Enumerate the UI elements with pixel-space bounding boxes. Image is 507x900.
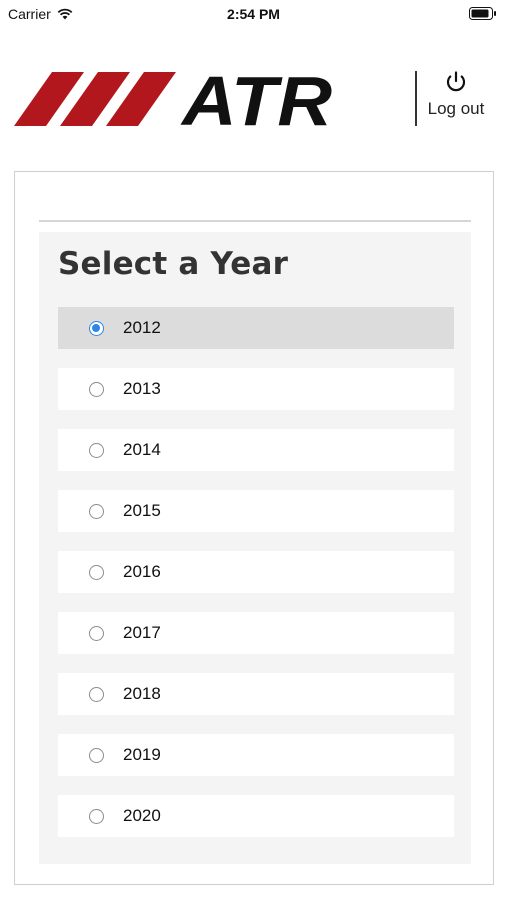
radio-button[interactable] [89, 747, 104, 763]
year-option-label: 2013 [123, 379, 161, 398]
logout-label: Log out [427, 99, 485, 118]
radio-button[interactable] [89, 381, 104, 397]
year-option-2018[interactable]: 2018 [58, 673, 454, 715]
atr-logo-graphic: ATR [14, 62, 333, 140]
year-option-label: 2016 [123, 562, 161, 581]
year-option-label: 2018 [123, 684, 161, 703]
year-option-2020[interactable]: 2020 [58, 795, 454, 837]
radio-button[interactable] [89, 686, 104, 702]
power-icon [446, 71, 466, 92]
year-option-2019[interactable]: 2019 [58, 734, 454, 776]
battery-icon [469, 7, 496, 20]
clock-time: 2:54 PM [227, 6, 280, 22]
year-option-2012[interactable]: 2012 [58, 307, 454, 349]
year-option-2013[interactable]: 2013 [58, 368, 454, 410]
year-option-label: 2012 [123, 318, 161, 337]
status-bar: Carrier 2:54 PM [0, 0, 507, 28]
header-divider [415, 71, 417, 126]
year-option-2017[interactable]: 2017 [58, 612, 454, 654]
atr-logo: ATR [14, 62, 334, 140]
year-option-label: 2017 [123, 623, 161, 642]
year-option-label: 2019 [123, 745, 161, 764]
year-option-2015[interactable]: 2015 [58, 490, 454, 532]
radio-button[interactable] [89, 625, 104, 641]
year-option-label: 2014 [123, 440, 161, 459]
select-year-title: Select a Year [58, 246, 289, 282]
year-selector: Select a Year 2012 2013 2014 2015 2016 2… [39, 232, 471, 864]
logout-button[interactable]: Log out [424, 70, 488, 126]
year-option-2014[interactable]: 2014 [58, 429, 454, 471]
radio-button[interactable] [89, 503, 104, 519]
year-option-label: 2015 [123, 501, 161, 520]
year-option-2016[interactable]: 2016 [58, 551, 454, 593]
year-panel: Select a Year 2012 2013 2014 2015 2016 2… [14, 171, 494, 885]
radio-button[interactable] [89, 442, 104, 458]
panel-divider [39, 220, 471, 222]
radio-button[interactable] [89, 808, 104, 824]
radio-button[interactable] [89, 564, 104, 580]
radio-button[interactable] [89, 320, 104, 336]
year-option-label: 2020 [123, 806, 161, 825]
atr-logo-text: ATR [180, 70, 333, 128]
